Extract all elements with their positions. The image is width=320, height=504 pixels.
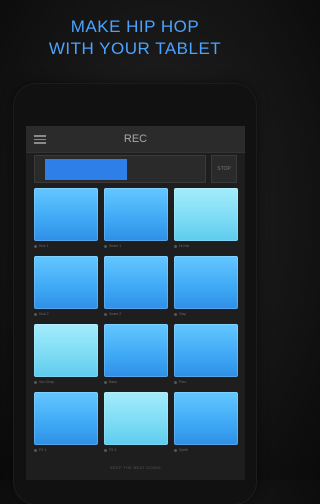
- drum-pad[interactable]: [34, 392, 98, 445]
- pad-label: FX 2: [104, 446, 168, 454]
- footer-text: KEEP THE BEAT GOING: [110, 465, 161, 470]
- top-bar: REC: [26, 126, 245, 153]
- pad-label: Bass: [104, 378, 168, 386]
- drum-pad[interactable]: [174, 392, 238, 445]
- drum-pad[interactable]: [34, 256, 98, 309]
- headline: MAKE HIP HOP WITH YOUR TABLET: [0, 16, 270, 60]
- record-button[interactable]: STOP: [211, 155, 237, 183]
- pad-label: Hi-Hat: [174, 242, 238, 250]
- drum-pad[interactable]: [104, 256, 168, 309]
- record-row: STOP: [34, 155, 237, 183]
- pad-label: Synth: [174, 446, 238, 454]
- drum-pad[interactable]: [104, 324, 168, 377]
- pad-label: Vox Chop: [34, 378, 98, 386]
- headline-line-1: MAKE HIP HOP: [70, 17, 200, 36]
- drum-pad[interactable]: [34, 188, 98, 241]
- record-progress-track[interactable]: [34, 155, 206, 183]
- pad-label: Kick 1: [34, 242, 98, 250]
- pad-label: Clap: [174, 310, 238, 318]
- drum-pad[interactable]: [104, 392, 168, 445]
- pad-label: Snare 1: [104, 242, 168, 250]
- record-progress-fill: [45, 159, 127, 180]
- drum-pad[interactable]: [174, 256, 238, 309]
- app-screen: REC STOP Kick 1 Snare 1 Hi-Hat Kick 2 Snare …: [26, 126, 245, 480]
- drum-pad[interactable]: [104, 188, 168, 241]
- screen-title: REC: [123, 133, 148, 145]
- pad-label: Perc: [174, 378, 238, 386]
- pad-label: FX 1: [34, 446, 98, 454]
- pad-label: Kick 2: [34, 310, 98, 318]
- pad-label: Snare 2: [104, 310, 168, 318]
- drum-pad[interactable]: [174, 324, 238, 377]
- headline-line-2: WITH YOUR TABLET: [48, 39, 222, 58]
- drum-pad[interactable]: [34, 324, 98, 377]
- drum-pad[interactable]: [174, 188, 238, 241]
